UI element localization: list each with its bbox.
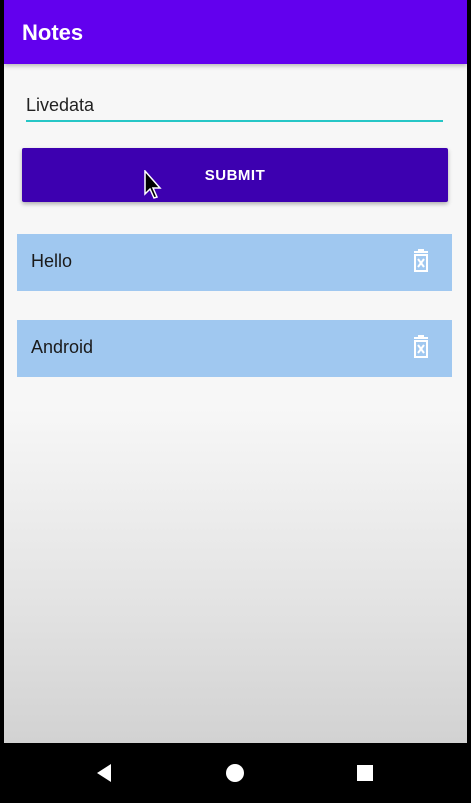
- phone-frame: Notes SUBMIT Hello Android: [0, 0, 471, 803]
- submit-button[interactable]: SUBMIT: [22, 148, 448, 202]
- note-item[interactable]: Android: [17, 320, 452, 377]
- note-text: Android: [31, 337, 94, 357]
- app-title: Notes: [22, 20, 84, 45]
- nav-back-button[interactable]: [90, 759, 118, 787]
- note-input[interactable]: [26, 88, 443, 122]
- note-item[interactable]: Hello: [17, 234, 452, 291]
- back-triangle-icon: [97, 764, 111, 782]
- input-underline: [26, 120, 443, 122]
- delete-icon[interactable]: [412, 335, 430, 359]
- recents-square-icon: [357, 765, 373, 781]
- home-circle-icon: [226, 764, 244, 782]
- delete-icon[interactable]: [412, 249, 430, 273]
- note-input-container: [26, 88, 443, 124]
- nav-recents-button[interactable]: [351, 759, 379, 787]
- app-bar: Notes: [4, 0, 467, 64]
- nav-home-button[interactable]: [221, 759, 249, 787]
- app-screen: Notes SUBMIT Hello Android: [4, 0, 467, 743]
- note-text: Hello: [31, 251, 73, 271]
- system-nav-bar: [0, 743, 471, 803]
